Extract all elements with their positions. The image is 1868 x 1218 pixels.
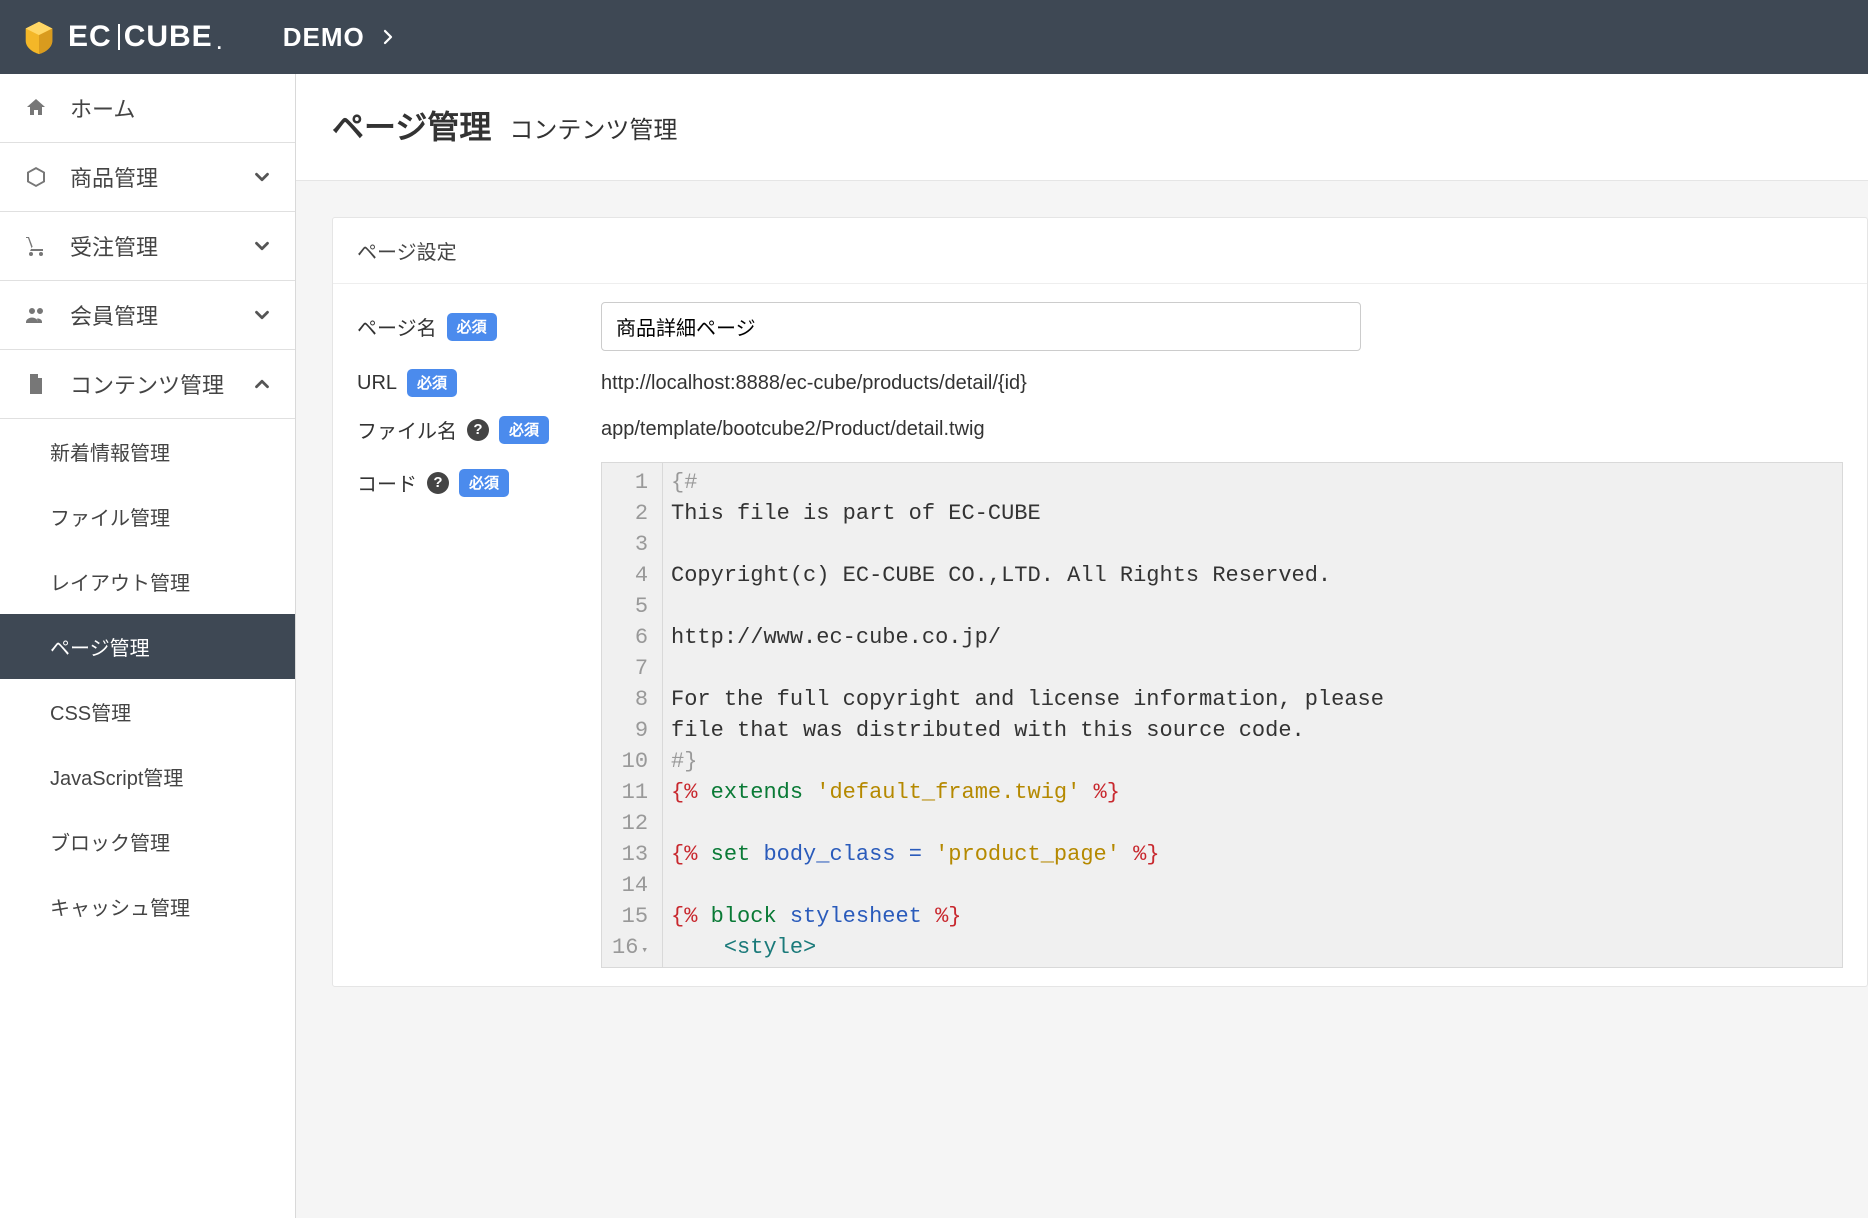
- brand-dot: .: [217, 33, 223, 54]
- card-header: ページ設定: [333, 218, 1867, 284]
- input-page-name[interactable]: [601, 302, 1361, 351]
- sidebar-sub-pages[interactable]: ページ管理: [0, 614, 295, 679]
- label-code: コード: [357, 468, 417, 497]
- brand-logo-icon: [20, 18, 58, 56]
- header-shop-link[interactable]: DEMO: [283, 22, 397, 53]
- value-url: http://localhost:8888/ec-cube/products/d…: [601, 372, 1843, 395]
- required-badge: 必須: [447, 313, 497, 341]
- chevron-right-icon: [379, 28, 397, 46]
- help-icon[interactable]: ?: [427, 472, 449, 494]
- sidebar-sub-layout[interactable]: レイアウト管理: [0, 549, 295, 614]
- top-header: EC CUBE . DEMO: [0, 0, 1868, 74]
- help-icon[interactable]: ?: [467, 419, 489, 441]
- chevron-down-icon: [251, 166, 273, 188]
- sidebar-sub-cache[interactable]: キャッシュ管理: [0, 874, 295, 939]
- label-url: URL: [357, 372, 397, 395]
- label-page-name: ページ名: [357, 312, 437, 341]
- sidebar-item-products[interactable]: 商品管理: [0, 143, 295, 212]
- page-subtitle: コンテンツ管理: [509, 110, 677, 145]
- chevron-up-icon: [251, 373, 273, 395]
- home-icon: [22, 94, 50, 122]
- sidebar-label: 受注管理: [70, 230, 231, 262]
- row-url: URL 必須 http://localhost:8888/ec-cube/pro…: [357, 369, 1843, 397]
- brand-text-b: CUBE: [124, 20, 213, 54]
- required-badge: 必須: [499, 416, 549, 444]
- sidebar-sub-news[interactable]: 新着情報管理: [0, 419, 295, 484]
- required-badge: 必須: [459, 469, 509, 497]
- page-settings-card: ページ設定 ページ名 必須 URL 必須 http://: [332, 217, 1868, 987]
- file-icon: [22, 370, 50, 398]
- brand-text-a: EC: [68, 20, 112, 54]
- row-code: コード ? 必須 12345678910111213141516 {#This …: [357, 462, 1843, 968]
- cube-icon: [22, 163, 50, 191]
- sidebar-item-members[interactable]: 会員管理: [0, 281, 295, 350]
- row-file-name: ファイル名 ? 必須 app/template/bootcube2/Produc…: [357, 415, 1843, 444]
- sidebar-sub-files[interactable]: ファイル管理: [0, 484, 295, 549]
- value-file-name: app/template/bootcube2/Product/detail.tw…: [601, 418, 1843, 441]
- sidebar-sub-css[interactable]: CSS管理: [0, 679, 295, 744]
- code-editor[interactable]: 12345678910111213141516 {#This file is p…: [601, 462, 1843, 968]
- sidebar-item-home[interactable]: ホーム: [0, 74, 295, 143]
- cart-icon: [22, 232, 50, 260]
- main-content: ページ管理 コンテンツ管理 ページ設定 ページ名 必須 URL: [296, 74, 1868, 1218]
- sidebar-label: 商品管理: [70, 161, 231, 193]
- row-page-name: ページ名 必須: [357, 302, 1843, 351]
- sidebar-label: 会員管理: [70, 299, 231, 331]
- brand-text: EC CUBE .: [68, 20, 223, 54]
- users-icon: [22, 301, 50, 329]
- sidebar-label: コンテンツ管理: [70, 368, 231, 400]
- brand[interactable]: EC CUBE .: [20, 18, 223, 56]
- page-title-bar: ページ管理 コンテンツ管理: [296, 74, 1868, 181]
- page-title: ページ管理: [332, 102, 491, 148]
- sidebar-item-orders[interactable]: 受注管理: [0, 212, 295, 281]
- header-demo-label: DEMO: [283, 22, 365, 53]
- chevron-down-icon: [251, 235, 273, 257]
- sidebar-label: ホーム: [70, 92, 273, 124]
- sidebar-item-contents[interactable]: コンテンツ管理: [0, 350, 295, 419]
- label-file-name: ファイル名: [357, 415, 457, 444]
- sidebar-sub-blocks[interactable]: ブロック管理: [0, 809, 295, 874]
- sidebar-sub-js[interactable]: JavaScript管理: [0, 744, 295, 809]
- editor-gutter: 12345678910111213141516: [602, 463, 663, 967]
- required-badge: 必須: [407, 369, 457, 397]
- editor-code[interactable]: {#This file is part of EC-CUBE Copyright…: [663, 463, 1842, 967]
- chevron-down-icon: [251, 304, 273, 326]
- sidebar: ホーム 商品管理 受注管理 会員管理 コンテンツ管理 新着情報管理 ファイル管理…: [0, 74, 296, 1218]
